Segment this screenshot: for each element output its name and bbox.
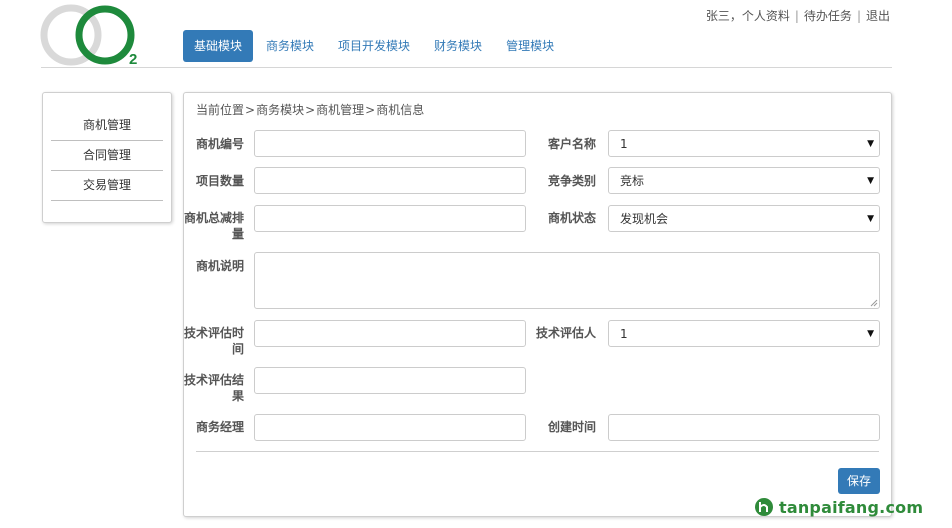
- breadcrumb: 当前位置>商务模块>商机管理>商机信息: [196, 101, 424, 118]
- competition-type-select[interactable]: 竞标 ▼: [608, 167, 880, 194]
- watermark: tanpaifang.com: [754, 497, 923, 517]
- description-textarea[interactable]: [254, 252, 880, 309]
- customer-name-value: 1: [620, 137, 628, 151]
- total-rank-label: 商机总减排量: [184, 211, 245, 241]
- tech-eval-time-input[interactable]: [254, 320, 526, 347]
- form-divider: [196, 451, 879, 452]
- nav-project-dev-module[interactable]: 项目开发模块: [327, 30, 421, 62]
- breadcrumb-item: 当前位置: [196, 103, 245, 117]
- breadcrumb-item[interactable]: 商务模块: [256, 103, 304, 117]
- dropdown-arrow-icon: ▼: [867, 176, 874, 186]
- competition-type-label: 竞争类别: [547, 174, 596, 188]
- user-profile-link[interactable]: 张三，个人资料: [706, 9, 790, 23]
- project-count-input[interactable]: [254, 167, 526, 194]
- opportunity-status-label: 商机状态: [547, 211, 596, 225]
- competition-type-value: 竞标: [620, 174, 645, 188]
- main-nav: 基础模块 商务模块 项目开发模块 财务模块 管理模块: [183, 30, 567, 62]
- sidebar-item-contract-mgmt[interactable]: 合同管理: [51, 141, 163, 171]
- tech-eval-result-input[interactable]: [254, 367, 526, 394]
- sidebar-item-transaction-mgmt[interactable]: 交易管理: [51, 171, 163, 201]
- tech-eval-result-label: 技术评估结果: [184, 373, 245, 403]
- tanpaifang-logo-icon: [755, 498, 773, 516]
- logo: 2: [40, 4, 150, 68]
- business-manager-label: 商务经理: [195, 420, 244, 434]
- opportunity-no-label: 商机编号: [195, 137, 244, 151]
- user-menu-separator: |: [856, 9, 861, 23]
- create-time-input[interactable]: [608, 414, 880, 441]
- nav-finance-module[interactable]: 财务模块: [423, 30, 493, 62]
- todo-tasks-link[interactable]: 待办任务: [804, 9, 852, 23]
- sidebar-item-opportunity-mgmt[interactable]: 商机管理: [51, 111, 163, 141]
- opportunity-status-select[interactable]: 发现机会 ▼: [608, 205, 880, 232]
- logout-link[interactable]: 退出: [866, 9, 890, 23]
- nav-management-module[interactable]: 管理模块: [495, 30, 565, 62]
- project-count-label: 项目数量: [195, 174, 244, 188]
- total-rank-input[interactable]: [254, 205, 526, 232]
- nav-basic-module[interactable]: 基础模块: [183, 30, 254, 62]
- tech-evaluator-select[interactable]: 1 ▼: [608, 320, 880, 347]
- sidebar: 商机管理 合同管理 交易管理: [42, 92, 172, 223]
- description-label: 商机说明: [195, 259, 244, 273]
- breadcrumb-item[interactable]: 商机管理: [316, 103, 364, 117]
- customer-name-label: 客户名称: [547, 137, 596, 151]
- logo-subscript: 2: [129, 51, 137, 66]
- breadcrumb-separator: >: [365, 103, 376, 117]
- breadcrumb-separator: >: [245, 103, 256, 117]
- customer-name-select[interactable]: 1 ▼: [608, 130, 880, 157]
- breadcrumb-item: 商机信息: [376, 103, 425, 117]
- dropdown-arrow-icon: ▼: [867, 139, 874, 149]
- tech-evaluator-value: 1: [620, 327, 628, 341]
- nav-business-module[interactable]: 商务模块: [255, 30, 325, 62]
- resize-grip-icon[interactable]: [870, 299, 878, 307]
- opportunity-status-value: 发现机会: [620, 212, 669, 226]
- save-button[interactable]: 保存: [838, 468, 880, 494]
- opportunity-no-input[interactable]: [254, 130, 526, 157]
- user-menu-separator: |: [794, 9, 799, 23]
- tech-eval-time-label: 技术评估时间: [184, 326, 245, 356]
- watermark-text: tanpaifang.com: [779, 497, 924, 517]
- tech-evaluator-label: 技术评估人: [536, 326, 597, 340]
- user-menu: 张三，个人资料 | 待办任务 | 退出: [706, 7, 890, 24]
- create-time-label: 创建时间: [547, 420, 596, 434]
- dropdown-arrow-icon: ▼: [867, 329, 874, 339]
- business-manager-input[interactable]: [254, 414, 526, 441]
- dropdown-arrow-icon: ▼: [867, 214, 874, 224]
- breadcrumb-separator: >: [305, 103, 316, 117]
- header-divider: [41, 67, 892, 68]
- main-panel: 当前位置>商务模块>商机管理>商机信息 商机编号 客户名称 1 ▼ 项目数量 竞…: [183, 92, 892, 517]
